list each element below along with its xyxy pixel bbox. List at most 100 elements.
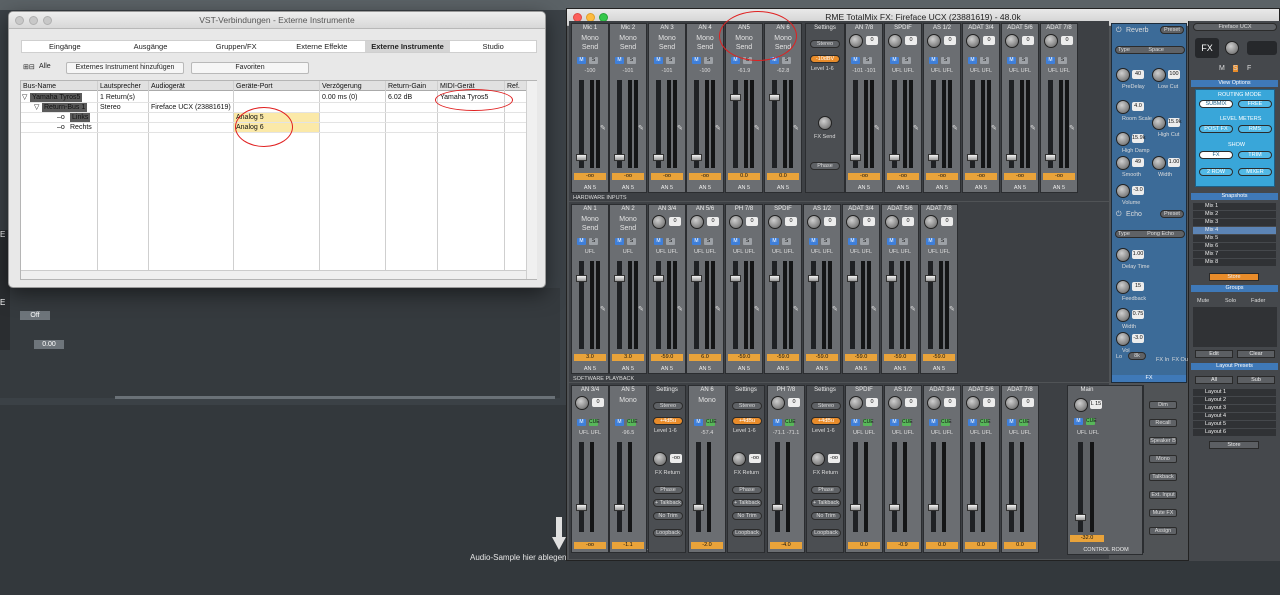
gain-knob[interactable] <box>966 34 980 48</box>
fader-cap[interactable] <box>889 504 900 511</box>
mute-button[interactable]: M <box>968 419 977 426</box>
mute-button[interactable]: M <box>615 57 624 64</box>
level-button[interactable]: +4dBu <box>811 417 841 425</box>
gain-knob[interactable] <box>768 215 782 229</box>
solo-button[interactable]: S <box>902 57 911 64</box>
fader-track[interactable] <box>617 442 622 532</box>
reverb-knob[interactable] <box>1152 156 1166 170</box>
fx-toggle-button[interactable]: FX <box>1195 38 1219 58</box>
fader-cap[interactable] <box>614 154 625 161</box>
mute-button[interactable]: M <box>851 57 860 64</box>
snapshot-item[interactable]: Mix 7 <box>1193 251 1276 258</box>
post-fx-button[interactable]: POST FX <box>1199 125 1233 133</box>
header-delay[interactable]: Verzögerung <box>322 82 362 91</box>
fader-cap[interactable] <box>772 504 783 511</box>
layout-item[interactable]: Layout 3 <box>1193 405 1276 412</box>
layout-item[interactable]: Layout 1 <box>1193 389 1276 396</box>
solo-button[interactable]: S <box>666 57 675 64</box>
solo-button[interactable]: S <box>782 238 791 245</box>
phase-button[interactable]: Phase <box>732 486 762 494</box>
control-room-button[interactable]: Speaker B <box>1149 437 1177 445</box>
no-trim-button[interactable]: No Trim <box>811 512 841 520</box>
mute-button[interactable]: M <box>848 238 857 245</box>
snapshot-item[interactable]: Mix 5 <box>1193 235 1276 242</box>
fader-cap[interactable] <box>614 504 625 511</box>
horizontal-scrollbar[interactable] <box>21 270 526 279</box>
off-button[interactable]: Off <box>20 311 50 320</box>
wrench-icon[interactable]: ✎ <box>715 124 721 132</box>
mute-button[interactable]: M <box>615 419 624 426</box>
control-room-button[interactable]: Assign <box>1149 527 1177 535</box>
collapse-triangle-icon[interactable]: ▽ <box>34 103 39 112</box>
mute-button[interactable]: M <box>654 238 663 245</box>
fader-cap[interactable] <box>1045 154 1056 161</box>
fader-cap[interactable] <box>886 275 897 282</box>
wrench-icon[interactable]: ✎ <box>638 124 644 132</box>
talkback-button[interactable]: + Talkback <box>811 499 841 507</box>
header-return-gain[interactable]: Return-Gain <box>388 82 426 91</box>
mute-button[interactable]: M <box>890 57 899 64</box>
fader-cap[interactable] <box>693 504 704 511</box>
snapshot-item[interactable]: Mix 6 <box>1193 243 1276 250</box>
wrench-icon[interactable]: ✎ <box>952 124 958 132</box>
loopback-button[interactable]: Loopback <box>811 529 841 537</box>
snapshot-item[interactable]: Mix 1 <box>1193 203 1276 210</box>
wrench-icon[interactable]: ✎ <box>913 124 919 132</box>
wrench-icon[interactable]: ✎ <box>677 124 683 132</box>
header-ref[interactable]: Ref. <box>507 82 520 91</box>
fader-cap[interactable] <box>653 154 664 161</box>
bus-name-cell[interactable]: Return-Bus 1 <box>42 103 88 112</box>
wrench-icon[interactable]: ✎ <box>832 305 838 313</box>
add-external-instrument-button[interactable]: Externes Instrument hinzufügen <box>66 62 184 74</box>
solo-button[interactable]: S <box>899 238 908 245</box>
mode-switch[interactable] <box>1247 41 1277 55</box>
fader-track[interactable] <box>853 442 858 532</box>
mute-button[interactable]: M <box>731 238 740 245</box>
mono-send-button[interactable]: Mono Send <box>572 215 608 233</box>
wrench-icon[interactable]: ✎ <box>754 305 760 313</box>
mono-button[interactable]: Mono <box>689 396 725 405</box>
solo-button[interactable]: S <box>666 238 675 245</box>
mute-button[interactable]: M <box>851 419 860 426</box>
layout-sub-button[interactable]: Sub <box>1237 376 1275 384</box>
group-edit-button[interactable]: Edit <box>1195 350 1233 358</box>
mono-button[interactable]: Mono <box>610 396 646 405</box>
mute-button[interactable]: M <box>929 57 938 64</box>
vst-titlebar[interactable]: VST-Verbindungen - Externe Instrumente <box>9 12 545 29</box>
mute-button[interactable]: M <box>770 238 779 245</box>
reverb-knob[interactable] <box>1116 100 1130 114</box>
show-trim-button[interactable]: TRIM <box>1238 151 1272 159</box>
mute-button[interactable]: M <box>694 419 703 426</box>
control-room-button[interactable]: Mono <box>1149 455 1177 463</box>
reverb-preset-button[interactable]: Preset <box>1160 26 1184 34</box>
gain-knob[interactable] <box>1005 34 1019 48</box>
mute-button[interactable]: M <box>968 57 977 64</box>
free-button[interactable]: FREE <box>1238 100 1272 108</box>
fader-cap[interactable] <box>769 94 780 101</box>
reverb-knob[interactable] <box>1116 68 1130 82</box>
cue-button[interactable]: CUE <box>902 419 913 426</box>
snapshot-item[interactable]: Mix 8 <box>1193 259 1276 266</box>
fader-cap[interactable] <box>576 275 587 282</box>
fader-global-button[interactable]: F <box>1247 65 1251 72</box>
fader-cap[interactable] <box>928 154 939 161</box>
gain-cell[interactable]: 6.02 dB <box>388 93 412 102</box>
bus-name-cell[interactable]: Rechts <box>70 123 92 132</box>
snapshots-header[interactable]: Snapshots <box>1191 193 1278 200</box>
cue-button[interactable]: CUE <box>941 419 952 426</box>
wrench-icon[interactable]: ✎ <box>991 124 997 132</box>
mute-button[interactable]: M <box>926 238 935 245</box>
mute-button[interactable]: M <box>809 238 818 245</box>
mono-send-button[interactable]: Mono Send <box>687 34 723 52</box>
fader-track[interactable] <box>970 442 975 532</box>
groups-header[interactable]: Groups <box>1191 285 1278 292</box>
tab-studio[interactable]: Studio <box>450 41 536 52</box>
snapshot-item[interactable]: Mix 3 <box>1193 219 1276 226</box>
mute-button[interactable]: M <box>929 419 938 426</box>
fader-cap[interactable] <box>576 154 587 161</box>
snapshot-item[interactable]: Mix 4 <box>1193 227 1276 234</box>
fader-cap[interactable] <box>653 275 664 282</box>
fader-cap[interactable] <box>850 154 861 161</box>
gain-knob[interactable] <box>771 396 785 410</box>
wrench-icon[interactable]: ✎ <box>793 305 799 313</box>
